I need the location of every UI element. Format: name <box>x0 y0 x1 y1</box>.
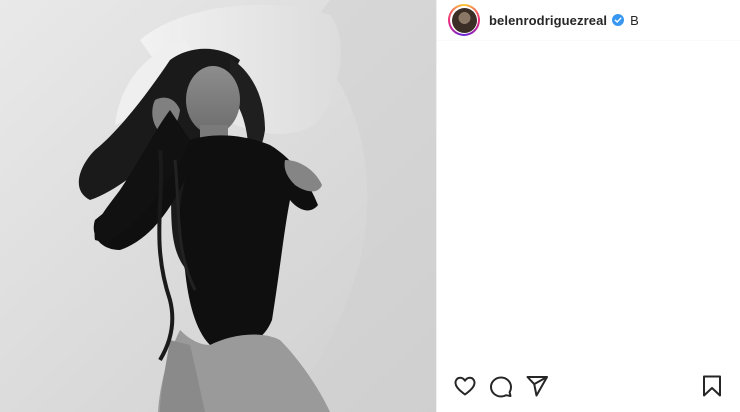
share-icon[interactable] <box>525 374 549 398</box>
post-photo[interactable] <box>0 0 437 412</box>
post-header: belenrodriguezreal B <box>437 0 740 41</box>
comments-area <box>437 41 740 366</box>
username[interactable]: belenrodriguezreal <box>489 13 607 28</box>
instagram-post: belenrodriguezreal B <box>0 0 740 412</box>
verified-badge-icon <box>612 14 625 26</box>
avatar-image <box>451 7 477 33</box>
avatar-inner <box>450 6 478 34</box>
comment-icon[interactable] <box>489 374 513 398</box>
bookmark-icon[interactable] <box>700 374 724 398</box>
follow-button[interactable]: B <box>630 13 639 28</box>
post-sidebar: belenrodriguezreal B <box>437 0 740 412</box>
heart-icon[interactable] <box>453 374 477 398</box>
photo-illustration <box>0 0 436 412</box>
avatar[interactable] <box>448 4 480 36</box>
action-bar <box>437 366 740 412</box>
